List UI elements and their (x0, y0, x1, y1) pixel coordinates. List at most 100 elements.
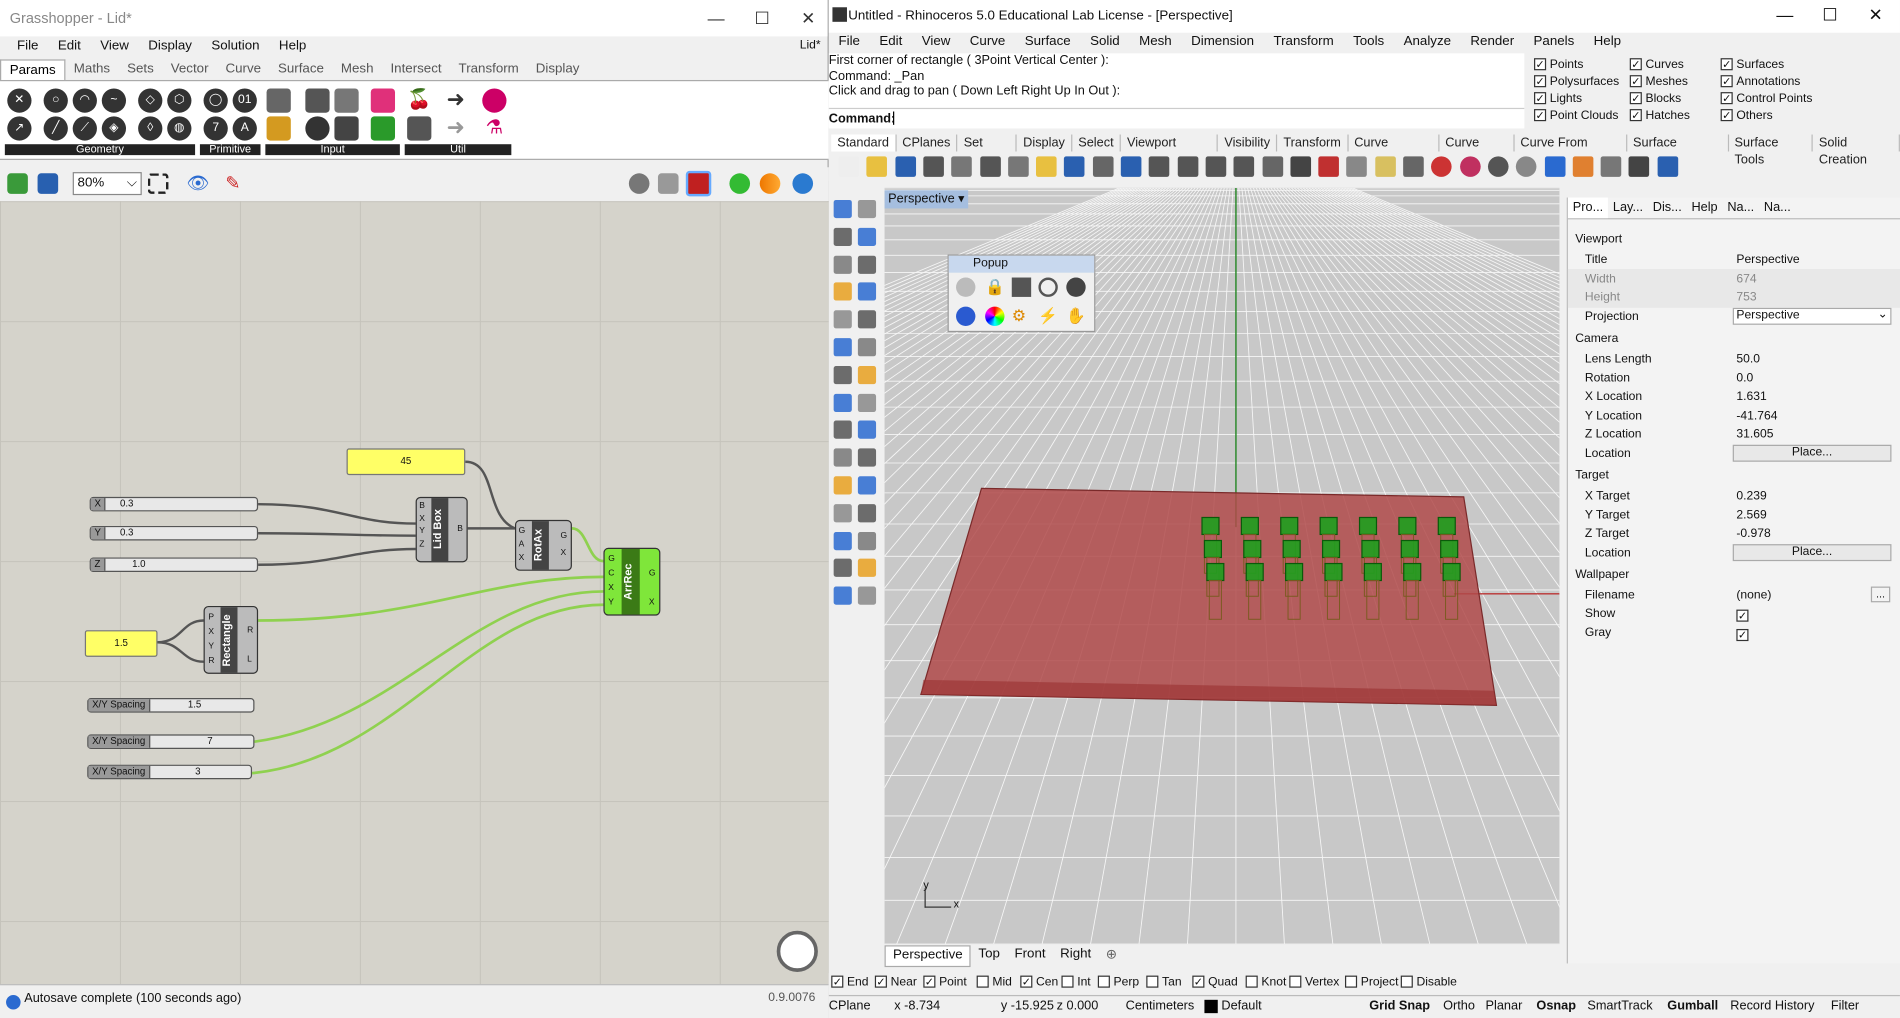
filter-checkbox[interactable]: ✓ (1534, 92, 1547, 105)
print-icon[interactable] (923, 156, 944, 177)
show-checkbox[interactable]: ✓ (1736, 606, 1752, 623)
osnap-checkbox[interactable]: ✓ (923, 976, 936, 989)
view-tab-right[interactable]: Right (1053, 945, 1099, 967)
open-file-icon[interactable] (866, 156, 888, 177)
rhino-menu-render[interactable]: Render (1461, 30, 1524, 52)
polyline-tool-icon[interactable] (833, 227, 852, 246)
lid-box-component[interactable]: BXYZ Lid Box B (415, 496, 468, 563)
curve-param-icon[interactable]: ~ (101, 88, 127, 113)
gh-menu-help[interactable]: Help (269, 35, 316, 57)
rhino-menu-mesh[interactable]: Mesh (1129, 30, 1181, 52)
toggle-gumball[interactable]: Gumball (1667, 999, 1718, 1014)
text-param-icon[interactable]: A (232, 116, 257, 141)
preview-shaded-icon[interactable] (657, 173, 679, 194)
toggle-icon[interactable] (305, 88, 330, 113)
osnap-int[interactable]: Int (1061, 976, 1091, 989)
panel-tab-layers[interactable]: Lay... (1608, 198, 1648, 219)
arc-tool-icon[interactable] (833, 282, 852, 302)
rhino-menu-view[interactable]: View (912, 30, 960, 52)
osnap-tan[interactable]: Tan (1146, 976, 1182, 989)
arrow-right-gray-icon[interactable]: ➜ (443, 116, 467, 140)
status-cplane[interactable]: CPlane (829, 999, 871, 1014)
gh-tab-params[interactable]: Params (0, 58, 66, 80)
perspective-viewport[interactable]: Perspective ▾ Popup 🔒 ⚙ ⚡ ✋ y x (884, 187, 1560, 945)
gh-tab-surface[interactable]: Surface (270, 59, 333, 78)
save-file-icon[interactable] (37, 173, 59, 194)
gh-tab-display[interactable]: Display (527, 59, 588, 78)
surface-tool-icon[interactable] (833, 338, 852, 357)
split-tool-icon[interactable] (857, 448, 877, 467)
osnap-cen[interactable]: ✓ Cen (1020, 976, 1058, 989)
geometry-param-icon[interactable]: ◍ (167, 116, 192, 141)
zoom-extents-icon[interactable] (1205, 156, 1227, 177)
download-icon[interactable] (266, 88, 291, 113)
filter-checkbox[interactable]: ✓ (1534, 58, 1547, 71)
browse-button[interactable]: ... (1870, 586, 1891, 603)
zoom-select[interactable]: 80% ⌵ (72, 172, 142, 196)
add-view-icon[interactable]: ⊕ (1099, 945, 1125, 967)
zoom-window-icon[interactable] (1177, 156, 1198, 177)
rotax-component[interactable]: GAX RotAx GX (514, 519, 572, 571)
boolean-tool-icon[interactable] (857, 393, 877, 412)
point-tool-icon[interactable] (857, 199, 877, 219)
rhino-menu-help[interactable]: Help (1584, 30, 1631, 52)
text-tool-icon[interactable] (833, 559, 852, 578)
button-icon[interactable] (305, 116, 330, 141)
osnap-checkbox[interactable]: ✓ (831, 976, 844, 989)
cylinder-tool-icon[interactable] (833, 393, 852, 412)
scale-tool-icon[interactable] (833, 531, 852, 550)
render-sphere-icon[interactable] (956, 306, 976, 327)
osnap-checkbox[interactable]: ✓ (1192, 976, 1205, 989)
osnap-disable[interactable]: Disable (1400, 976, 1457, 989)
filter-checkbox[interactable]: ✓ (1629, 92, 1642, 105)
help-icon[interactable] (1657, 156, 1678, 177)
gh-category-input[interactable]: Input (265, 144, 400, 156)
number-param-icon[interactable]: 7 (203, 116, 228, 141)
gh-category-util[interactable]: Util (404, 144, 512, 156)
rhino-menu-transform[interactable]: Transform (1264, 30, 1344, 52)
color-wheel-icon[interactable] (985, 306, 1005, 327)
boolean-param-icon[interactable]: ◯ (203, 88, 228, 113)
save-icon[interactable] (1011, 277, 1032, 297)
gh-menu-solution[interactable]: Solution (202, 35, 270, 57)
toolbar-tab-surface-creation[interactable]: Surface Creation (1627, 134, 1729, 167)
osnap-checkbox[interactable] (1245, 976, 1258, 989)
hatch-tool-icon[interactable] (857, 559, 877, 578)
image-sampler-icon[interactable] (370, 116, 396, 141)
gh-menu-edit[interactable]: Edit (48, 35, 90, 57)
preview-wire-icon[interactable] (628, 173, 650, 194)
panel-tab-properties[interactable]: Pro... (1567, 197, 1609, 219)
check-tool-icon[interactable] (833, 586, 852, 605)
graph-mapper-icon[interactable] (266, 116, 291, 141)
toolbar-tab-display[interactable]: Display (1017, 134, 1073, 152)
curve-tool-icon[interactable] (857, 227, 877, 246)
bake-icon[interactable] (729, 173, 751, 194)
osnap-knot[interactable]: Knot (1245, 976, 1286, 989)
rhino-menu-file[interactable]: File (829, 30, 870, 52)
shade-icon[interactable] (1459, 156, 1481, 177)
filter-others[interactable]: ✓ Others (1720, 109, 1773, 122)
status-layer[interactable]: Default (1221, 999, 1261, 1014)
gh-menu-display[interactable]: Display (139, 35, 202, 57)
canvas-radial-icon[interactable] (776, 930, 818, 972)
view-tab-top[interactable]: Top (971, 945, 1007, 967)
arrrec-component[interactable]: GCXY ArrRec GX (603, 547, 661, 616)
toolbar-tab-curve-tools[interactable]: Curve Tools (1439, 134, 1515, 167)
spacing-slider-2[interactable]: X/Y Spacing 7 (87, 734, 255, 749)
panel-tab-named-views[interactable]: Na... (1722, 198, 1759, 219)
join-tool-icon[interactable] (833, 476, 852, 495)
filter-lights[interactable]: ✓ Lights (1534, 92, 1582, 105)
line-param-icon[interactable]: ╱ (43, 116, 68, 141)
prop-rotation-value[interactable]: 0.0 (1736, 372, 1753, 385)
rhino-maximize-button[interactable]: ☐ (1822, 5, 1837, 26)
zoom-icon[interactable] (1149, 156, 1170, 177)
eye-icon[interactable]: 👁 (187, 173, 210, 194)
osnap-quad[interactable]: ✓ Quad (1192, 976, 1238, 989)
filter-checkbox[interactable]: ✓ (1629, 75, 1642, 88)
render-sphere-icon[interactable] (1487, 156, 1509, 177)
toggle-osnap[interactable]: Osnap (1536, 999, 1576, 1014)
snap-icon[interactable]: ⚡ (1038, 307, 1058, 326)
gradient-icon[interactable] (370, 88, 396, 113)
explode-tool-icon[interactable] (857, 476, 877, 495)
panel-tab-display[interactable]: Dis... (1648, 198, 1687, 219)
